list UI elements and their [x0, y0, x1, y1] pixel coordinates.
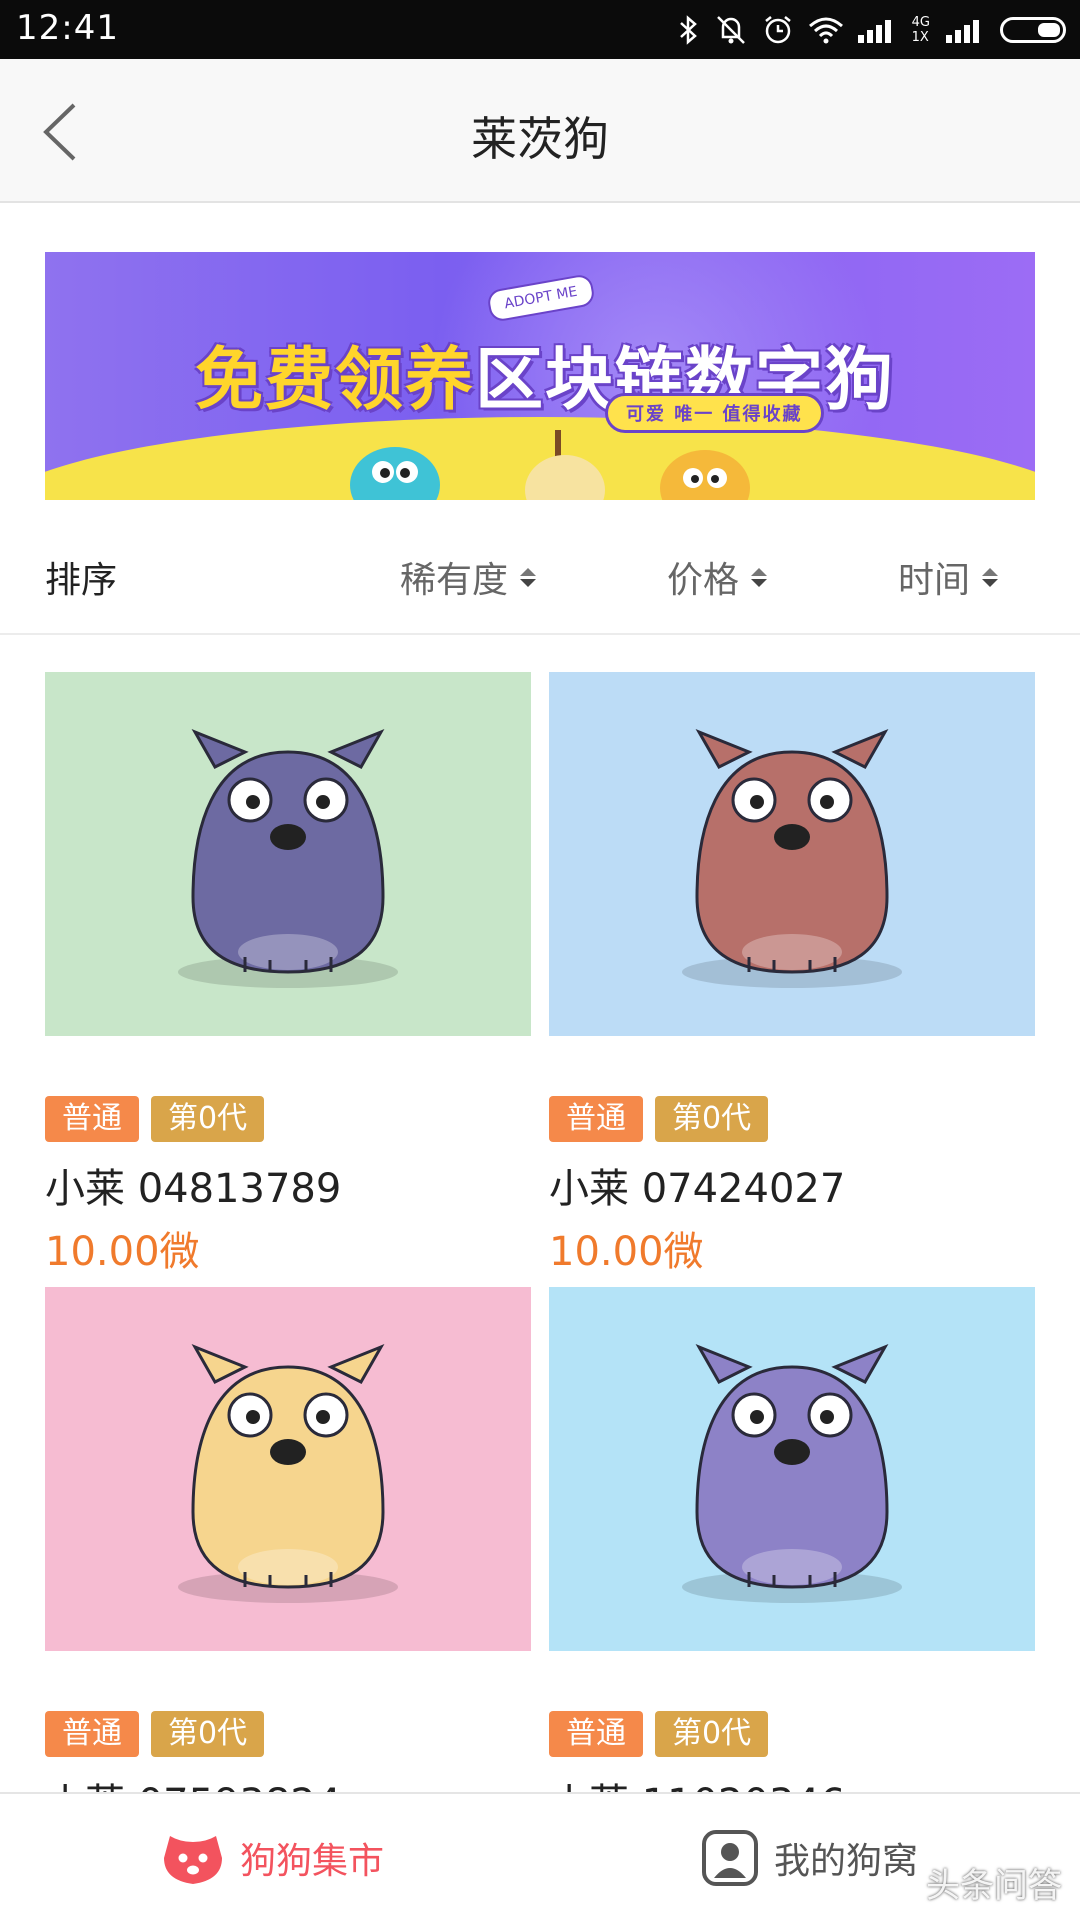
alarm-icon [764, 16, 791, 44]
sort-time[interactable]: 时间 [898, 551, 999, 603]
banner-dogs-illustration [350, 430, 750, 500]
nav-bar: 莱茨狗 [0, 59, 1080, 203]
status-time: 12:41 [16, 8, 119, 48]
tab-my-kennel[interactable]: 我的狗窝 [700, 1828, 918, 1888]
dog-price: 10.00微 [549, 1229, 704, 1275]
mute-icon [716, 16, 745, 44]
sort-rarity-label: 稀有度 [400, 560, 509, 601]
sort-arrows-icon [751, 567, 768, 587]
status-bar: 12:41 4G 1X [0, 0, 1080, 59]
bottom-tab-bar: 狗狗集市 我的狗窝 [0, 1792, 1080, 1920]
dog-image [45, 672, 531, 1036]
signal-icon-1 [857, 20, 891, 43]
dog-card[interactable]: 普通 第0代 小莱 11020346 [549, 1287, 1035, 1827]
dog-image [549, 672, 1035, 1036]
sort-arrows-icon [520, 567, 537, 587]
sort-time-label: 时间 [898, 560, 971, 601]
rarity-badge: 普通 [549, 1096, 643, 1142]
dog-illustration [682, 729, 902, 988]
dog-card[interactable]: 普通 第0代 小莱 07424027 10.00微 [549, 672, 1035, 1275]
dog-face-icon [164, 1836, 222, 1884]
dog-card[interactable]: 普通 第0代 小莱 04813789 10.00微 [45, 672, 531, 1275]
generation-badge: 第0代 [655, 1096, 769, 1142]
dog-price: 10.00微 [45, 1229, 200, 1275]
sort-price-label: 价格 [667, 560, 740, 601]
user-profile-icon [702, 1830, 758, 1886]
sort-label: 排序 [45, 560, 118, 601]
generation-badge: 第0代 [655, 1711, 769, 1757]
network-top-label: 4G [911, 15, 930, 30]
dog-name: 小莱 07424027 [549, 1166, 846, 1212]
status-icons: 4G 1X [678, 10, 1066, 50]
dog-illustration [178, 1344, 398, 1603]
dog-illustration [682, 1344, 902, 1603]
generation-badge: 第0代 [151, 1096, 265, 1142]
banner-tagline: 可爱 唯一 值得收藏 [605, 393, 824, 433]
tab-my-kennel-label: 我的狗窝 [774, 1841, 919, 1882]
rarity-badge: 普通 [45, 1096, 139, 1142]
sort-rarity[interactable]: 稀有度 [400, 551, 537, 603]
dog-card[interactable]: 普通 第0代 小莱 07593824 [45, 1287, 531, 1827]
bluetooth-icon [679, 15, 697, 45]
network-bottom-label: 1X [911, 30, 929, 45]
rarity-badge: 普通 [549, 1711, 643, 1757]
wifi-icon [808, 17, 843, 44]
dog-name: 小莱 04813789 [45, 1166, 342, 1212]
page-title: 莱茨狗 [471, 112, 609, 166]
banner-title-part1: 免费领养 [195, 341, 476, 420]
rarity-badge: 普通 [45, 1711, 139, 1757]
sort-bar: 排序 稀有度 价格 时间 [0, 515, 1080, 635]
sort-arrows-icon [982, 567, 999, 587]
tab-market-label: 狗狗集市 [240, 1841, 385, 1882]
signal-icon-2 [946, 20, 979, 43]
network-type: 4G 1X [912, 15, 930, 45]
dog-image [549, 1287, 1035, 1651]
dog-illustration [178, 729, 398, 988]
dog-image [45, 1287, 531, 1651]
tab-market[interactable]: 狗狗集市 [160, 1828, 384, 1888]
sort-price[interactable]: 价格 [667, 551, 768, 603]
promo-banner[interactable]: ADOPT ME 免费领养区块链数字狗 可爱 唯一 值得收藏 [45, 252, 1035, 500]
generation-badge: 第0代 [151, 1711, 265, 1757]
watermark: 头条问答 [926, 1866, 1062, 1906]
battery-icon [1000, 17, 1066, 43]
